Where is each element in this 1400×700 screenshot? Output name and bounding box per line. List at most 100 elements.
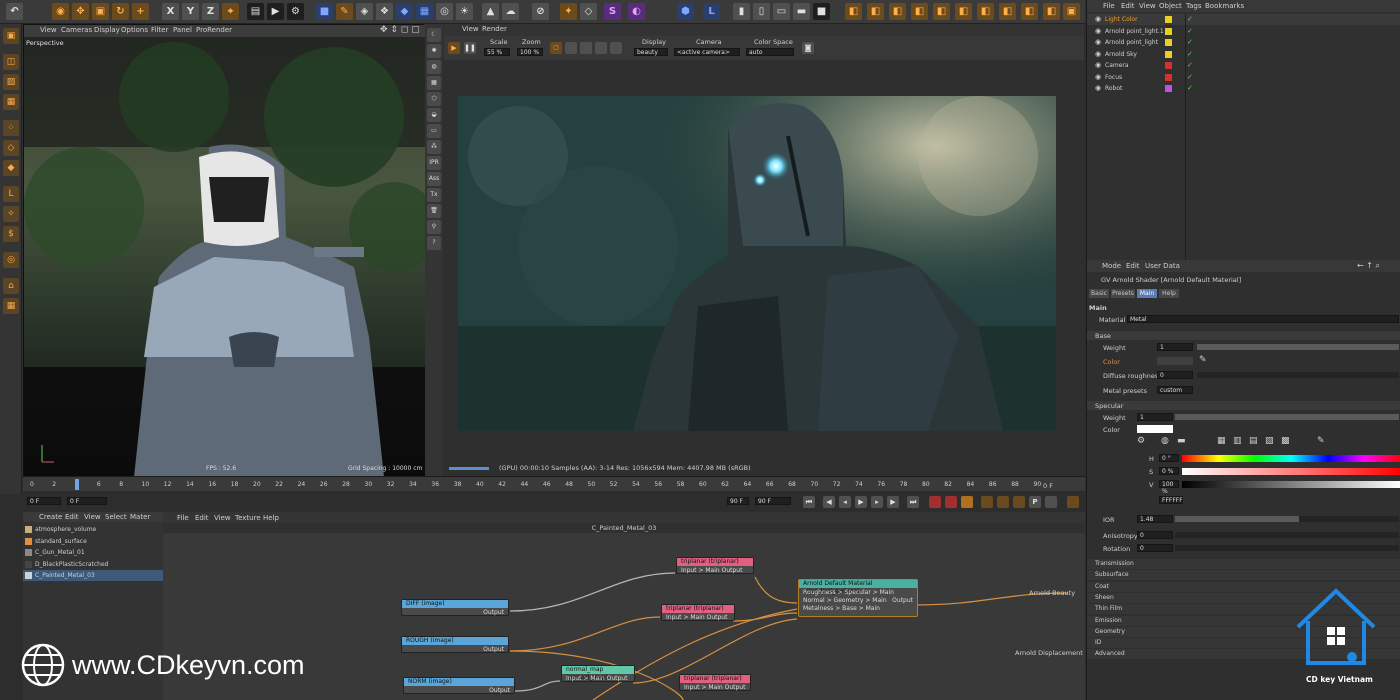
- goto-end-icon[interactable]: ⏭: [907, 496, 919, 508]
- cube-icon[interactable]: ■: [316, 3, 333, 20]
- ipr-text-icon[interactable]: IPR: [427, 156, 441, 170]
- tab-help[interactable]: Help: [1159, 289, 1179, 298]
- floor-icon[interactable]: ▦: [416, 3, 433, 20]
- record-icon[interactable]: [929, 496, 941, 508]
- arnold-icon-6[interactable]: ◧: [955, 3, 972, 20]
- enabled-check-icon[interactable]: ✓: [1187, 73, 1193, 81]
- current-frame-field[interactable]: 0 F: [27, 497, 61, 505]
- viewport-menu-view[interactable]: View: [40, 26, 57, 34]
- play-icon[interactable]: ▶: [855, 496, 867, 508]
- layer-color-tag[interactable]: [1165, 39, 1172, 46]
- undo-icon[interactable]: ↶: [6, 3, 23, 20]
- layer-color-tag[interactable]: [1165, 85, 1172, 92]
- lock-icon[interactable]: ⚲: [427, 220, 441, 234]
- attr-menu-userdata[interactable]: User Data: [1145, 262, 1180, 270]
- arnold-icon-11[interactable]: ▣: [1063, 3, 1080, 20]
- node-menu-texture[interactable]: Texture: [235, 514, 261, 522]
- move-icon[interactable]: ✥: [72, 3, 89, 20]
- swatches-icon[interactable]: ▩: [1281, 436, 1290, 446]
- mat-menu-material[interactable]: Mater: [130, 513, 150, 521]
- end-frame-field-b[interactable]: 90 F: [755, 497, 791, 505]
- workplane-icon[interactable]: ▦: [3, 94, 19, 110]
- goto-start-icon[interactable]: ⏮: [803, 496, 815, 508]
- mat-menu-create[interactable]: Create: [39, 513, 62, 521]
- procedural-icon[interactable]: ⁂: [427, 140, 441, 154]
- polygons-mode-icon[interactable]: ◆: [3, 160, 19, 176]
- points-mode-icon[interactable]: ⁘: [3, 120, 19, 136]
- trash-icon[interactable]: 🗑: [427, 204, 441, 218]
- arnold-icon-5[interactable]: ◧: [933, 3, 950, 20]
- viewport-menu-cameras[interactable]: Cameras: [61, 26, 92, 34]
- end-frame-field-a[interactable]: 90 F: [727, 497, 749, 505]
- s-field[interactable]: 0 %: [1159, 467, 1179, 475]
- subdivision-icon[interactable]: ◈: [356, 3, 373, 20]
- render-menu-render[interactable]: Render: [482, 25, 507, 33]
- ior-slider[interactable]: [1175, 516, 1399, 522]
- material-item[interactable]: C_Painted_Metal_03: [23, 570, 163, 581]
- obj-menu-object[interactable]: Object: [1159, 2, 1182, 10]
- make-editable-icon[interactable]: ▣: [3, 28, 19, 44]
- scale-field[interactable]: 55 %: [484, 48, 510, 56]
- spectrum-icon[interactable]: ◍: [1161, 436, 1169, 446]
- play-ipr-icon[interactable]: ▶: [448, 42, 460, 54]
- texture-mode-icon[interactable]: ▨: [3, 74, 19, 90]
- metal-presets-select[interactable]: custom: [1157, 386, 1193, 394]
- normal-map-node[interactable]: normal_map (normal_map) Input > Main Out…: [561, 665, 635, 682]
- color-eyedropper-icon[interactable]: ✎: [1317, 436, 1325, 446]
- timeline[interactable]: 0 2 46 8 10 12 14 16 18 20 22 24 26 28 30 32 34 36 38 40 42 4…: [23, 476, 1085, 512]
- mat-menu-select[interactable]: Select: [105, 513, 127, 521]
- value-slider[interactable]: [1182, 481, 1400, 488]
- node-menu-help[interactable]: Help: [263, 514, 279, 522]
- next-key-icon[interactable]: ▶: [887, 496, 899, 508]
- light-icon-2[interactable]: ✺: [427, 44, 441, 58]
- base-weight-field[interactable]: 1: [1157, 343, 1193, 351]
- x-axis-icon[interactable]: X: [162, 3, 179, 20]
- material-select[interactable]: Metal: [1127, 315, 1399, 323]
- arnold-icon-4[interactable]: ◧: [911, 3, 928, 20]
- render-view-icon[interactable]: ▤: [247, 3, 264, 20]
- coordinate-system-icon[interactable]: ⌖: [222, 3, 239, 20]
- material-item[interactable]: atmosphere_volume: [23, 524, 163, 535]
- viewport-nav-icon[interactable]: ✥ ⇕ ◻ ▢: [380, 25, 420, 35]
- viewport-menu-panel[interactable]: Panel: [173, 26, 192, 34]
- mat-menu-edit[interactable]: Edit: [65, 513, 79, 521]
- v-field[interactable]: 100 %: [1159, 480, 1179, 495]
- attr-menu-edit[interactable]: Edit: [1126, 262, 1140, 270]
- specular-section-header[interactable]: Specular: [1087, 401, 1400, 410]
- pause-ipr-icon[interactable]: ❚❚: [464, 42, 476, 54]
- object-row[interactable]: ◉ Light Color ✓: [1087, 14, 1400, 25]
- help-icon[interactable]: ?: [427, 236, 441, 250]
- render-output-image[interactable]: [458, 96, 1056, 431]
- prev-frame-icon[interactable]: ◂: [839, 496, 851, 508]
- rotation-key-icon[interactable]: [1013, 496, 1025, 508]
- snap-icon[interactable]: ✧: [3, 206, 19, 222]
- array-icon[interactable]: ❖: [376, 3, 393, 20]
- hex-field[interactable]: FFFFFF: [1159, 496, 1183, 504]
- rotate-icon[interactable]: ↻: [112, 3, 129, 20]
- base-section-header[interactable]: Base: [1087, 331, 1400, 340]
- z-axis-icon[interactable]: Z: [202, 3, 219, 20]
- ipr-icon-1[interactable]: ☾: [427, 28, 441, 42]
- arnold-icon-3[interactable]: ◧: [889, 3, 906, 20]
- s-plugin-icon[interactable]: S: [604, 3, 621, 20]
- model-mode-icon[interactable]: ◫: [3, 54, 19, 70]
- viewport-menu-options[interactable]: Options: [121, 26, 148, 34]
- arnold-icon-2[interactable]: ◧: [867, 3, 884, 20]
- mat-menu-view[interactable]: View: [84, 513, 101, 521]
- scene-icon[interactable]: ▲: [482, 3, 499, 20]
- keyframe-selection-icon[interactable]: [961, 496, 973, 508]
- timeline-menu-icon[interactable]: [1067, 496, 1079, 508]
- enabled-check-icon[interactable]: ✓: [1187, 15, 1193, 23]
- viewport-menu-display[interactable]: Display: [94, 26, 120, 34]
- rough-image-node[interactable]: ROUGH (image) Output: [401, 636, 509, 653]
- obj-menu-bookmarks[interactable]: Bookmarks: [1205, 2, 1244, 10]
- snapshot-icon[interactable]: ◙: [802, 42, 814, 54]
- tab-basic[interactable]: Basic: [1089, 289, 1109, 298]
- obj-menu-tags[interactable]: Tags: [1186, 2, 1202, 10]
- crop-icon[interactable]: [565, 42, 577, 54]
- panel-icon-3[interactable]: ▭: [773, 3, 790, 20]
- layer-color-tag[interactable]: [1165, 16, 1172, 23]
- light-icon[interactable]: ☀: [456, 3, 473, 20]
- hue-slider[interactable]: [1182, 455, 1400, 462]
- pla-key-icon[interactable]: [1045, 496, 1057, 508]
